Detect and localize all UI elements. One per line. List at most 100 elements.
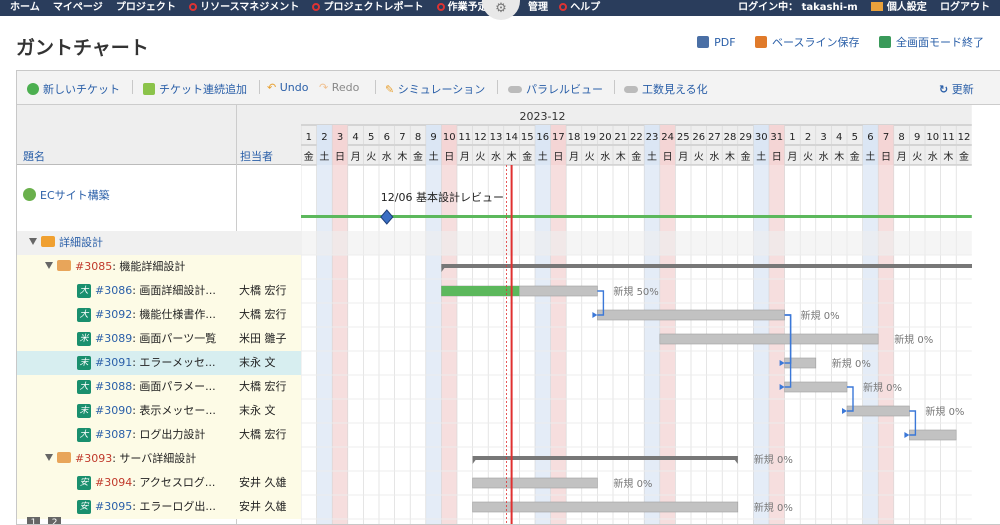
project-row[interactable]: ECサイト構築 [17,181,301,211]
task-bar[interactable] [597,309,785,321]
weekday-label: 木 [507,151,517,163]
summary-bar[interactable] [441,264,972,268]
column-header-subject[interactable]: 題名 [23,148,45,164]
pdf-button[interactable]: PDF [697,36,736,49]
weekday-label: 日 [881,152,891,163]
nav-logout[interactable]: ログアウト [940,0,990,16]
day-number-label: 8 [415,132,421,143]
page-2-button[interactable]: 2 [48,517,62,524]
nav-work-schedule[interactable]: 作業予定 [436,0,488,16]
ticket-id[interactable]: #3090 [95,404,132,417]
task-row-hovered[interactable]: 末 #3091: エラーメッセ... 末永 文 [17,351,301,375]
milestone-diamond[interactable] [380,209,394,225]
parallel-view-toggle[interactable]: パラレルビュー [508,81,603,97]
assignee-badge: 大 [77,284,91,298]
effort-view-toggle[interactable]: 工数見える化 [624,81,708,97]
day-number-label: 23 [646,132,659,143]
collapse-icon[interactable] [29,238,37,245]
day-number-label: 5 [852,132,858,143]
day-number-label: 11 [942,132,955,143]
task-row[interactable]: 大 #3087: ログ出力設計 大橋 宏行 [17,423,301,447]
nav-mypage[interactable]: マイページ [53,0,103,16]
ticket-id[interactable]: #3089 [95,332,132,345]
task-row[interactable]: 大 #3092: 機能仕様書作... 大橋 宏行 [17,303,301,327]
weekday-label: 金 [413,150,423,163]
dependency-arrowhead [842,408,847,414]
page-actions: PDF ベースライン保存 全画面モード終了 [681,34,984,50]
day-number-label: 12 [958,132,971,143]
ticket-id[interactable]: #3093 [75,452,112,465]
weekday-label: 木 [943,151,953,163]
day-number-label: 2 [321,132,327,143]
day-number-label: 20 [599,132,612,143]
task-bar[interactable] [846,405,910,417]
day-number-label: 19 [583,132,596,143]
task-row[interactable]: 米 #3089: 画面パーツ一覧 米田 雛子 [17,327,301,351]
weekday-label: 水 [382,151,392,163]
task-status-label: 新規 0% [894,333,933,346]
nav-home[interactable]: ホーム [10,0,40,16]
nav-project[interactable]: プロジェクト [116,0,176,16]
weekday-label: 水 [709,151,719,163]
task-row[interactable]: 大 #3086: 画面詳細設計... 大橋 宏行 [17,279,301,303]
page-1-button[interactable]: 1 [27,517,40,524]
task-bar[interactable] [784,381,848,393]
task-status-label: 新規 0% [754,453,793,466]
weekday-label: 木 [397,151,407,163]
task-row[interactable]: #3085: 機能詳細設計 [17,255,301,279]
weekday-label: 金 [850,150,860,163]
version-label[interactable]: 詳細設計 [59,236,103,249]
task-row[interactable]: 大 #3088: 画面パラメー... 大橋 宏行 [17,375,301,399]
gear-icon[interactable]: ⚙ [482,0,520,20]
nav-resource[interactable]: リソースマネジメント [189,0,299,16]
ticket-id[interactable]: #3091 [95,356,132,369]
simulation-button[interactable]: ✎ シミュレーション [385,81,485,97]
ticket-id[interactable]: #3087 [95,428,132,441]
login-status: ログイン中： takashi-m [738,2,858,13]
collapse-icon[interactable] [45,262,53,269]
toolbar-divider [614,80,615,94]
task-row[interactable]: #3093: サーバ詳細設計 [17,447,301,471]
nav-settings[interactable]: 個人設定 [870,0,927,16]
assignee-badge: 大 [77,380,91,394]
add-continuous-button[interactable]: チケット連続追加 [143,81,247,97]
task-bar[interactable] [909,429,957,441]
task-bar[interactable] [472,477,598,489]
ticket-id[interactable]: #3092 [95,308,132,321]
assignee-badge: 安 [77,500,91,514]
exit-fullscreen-button[interactable]: 全画面モード終了 [879,34,984,50]
task-row[interactable]: 末 #3090: 表示メッセー... 末永 文 [17,399,301,423]
refresh-button[interactable]: ↻ 更新 [939,81,974,97]
redo-button[interactable]: ↷ Redo [319,81,359,94]
ticket-id[interactable]: #3095 [95,500,132,513]
task-bar[interactable] [659,333,879,345]
parent-task-icon [57,452,71,463]
day-number-label: 11 [458,132,471,143]
collapse-icon[interactable] [45,454,53,461]
assignee-name: 安井 久雄 [239,500,287,513]
day-number-label: 14 [505,132,518,143]
baseline-save-button[interactable]: ベースライン保存 [755,34,860,50]
ticket-id[interactable]: #3094 [95,476,132,489]
weekday-label: 金 [631,150,641,163]
project-label[interactable]: ECサイト構築 [40,189,110,202]
ticket-subject: ログ出力設計 [139,428,206,441]
lychee-icon [559,3,568,11]
ticket-subject: エラーログ出... [139,500,216,513]
parent-task-icon [57,260,71,271]
ticket-id[interactable]: #3085 [75,260,112,273]
ticket-subject: サーバ詳細設計 [119,452,197,465]
day-number-label: 16 [536,132,549,143]
assignee-badge: 大 [77,308,91,322]
undo-button[interactable]: ↶ Undo [267,81,308,94]
ticket-id[interactable]: #3088 [95,380,132,393]
column-header-assignee[interactable]: 担当者 [240,148,273,164]
version-row[interactable]: 詳細設計 [17,231,301,255]
nav-project-report[interactable]: プロジェクトレポート [312,0,423,16]
nav-help[interactable]: ヘルプ [559,2,600,13]
new-ticket-button[interactable]: 新しいチケット [27,81,120,97]
task-row[interactable]: 安 #3094: アクセスログ... 安井 久雄 [17,471,301,495]
ticket-id[interactable]: #3086 [95,284,132,297]
nav-admin[interactable]: 管理 [528,2,548,13]
ticket-subject: エラーメッセ... [139,356,216,369]
